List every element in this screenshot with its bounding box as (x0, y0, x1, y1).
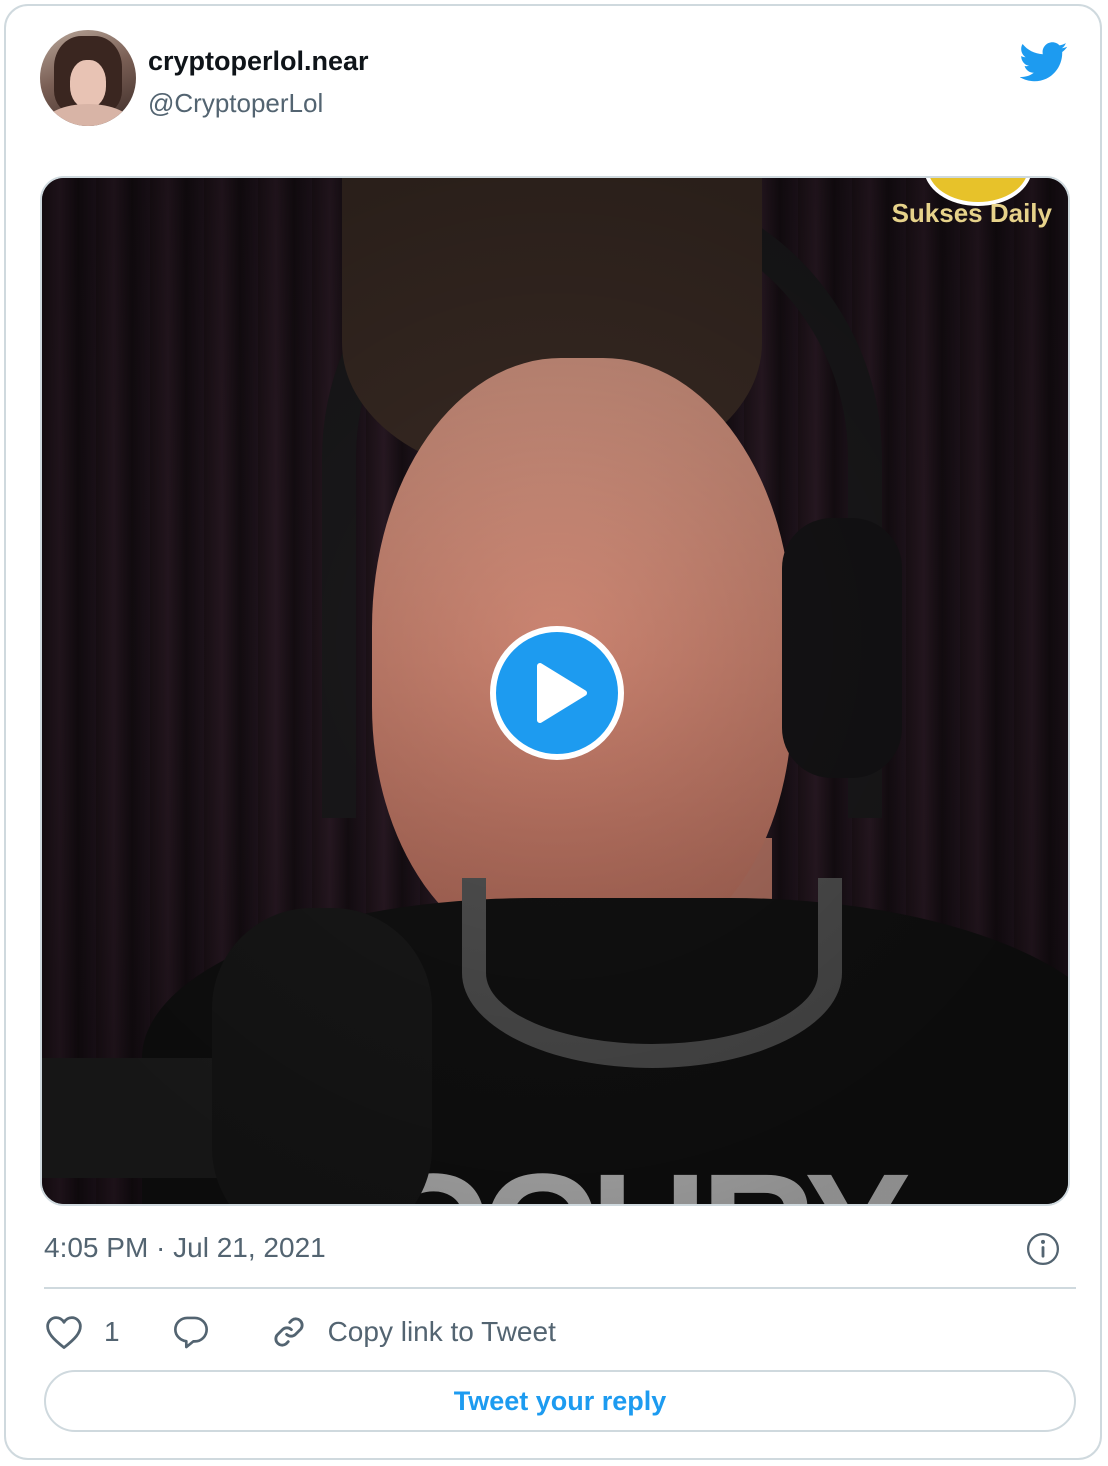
copy-link-button[interactable]: Copy link to Tweet (270, 1313, 556, 1351)
twitter-bird-icon[interactable] (1020, 42, 1068, 82)
avatar[interactable] (40, 30, 136, 126)
heart-icon (46, 1316, 82, 1349)
video-media[interactable]: CCURY Sukses Daily (40, 176, 1070, 1206)
link-icon (274, 1317, 304, 1347)
video-watermark: Sukses Daily (891, 198, 1052, 228)
copy-link-label: Copy link to Tweet (327, 1316, 556, 1347)
tweet-timestamp[interactable]: 4:05 PM · Jul 21, 2021 (44, 1232, 326, 1264)
divider (44, 1287, 1076, 1289)
like-button[interactable]: 1 (44, 1314, 120, 1350)
play-button[interactable] (490, 626, 624, 760)
tweet-card: cryptoperlol.near @CryptoperLol CCURY Su… (4, 4, 1102, 1460)
reply-bubble-icon (173, 1316, 208, 1349)
avatar-face (70, 60, 106, 108)
author-handle[interactable]: @CryptoperLol (148, 88, 323, 119)
action-bar: 1 Copy link to Tweet (44, 1310, 556, 1354)
avatar-shoulder (44, 104, 132, 126)
reply-button[interactable] (172, 1314, 230, 1350)
author-name[interactable]: cryptoperlol.near (148, 46, 369, 77)
play-icon (537, 663, 587, 723)
like-count: 1 (104, 1316, 120, 1347)
tweet-your-reply-button[interactable]: Tweet your reply (44, 1370, 1076, 1432)
info-icon[interactable] (1026, 1232, 1060, 1266)
